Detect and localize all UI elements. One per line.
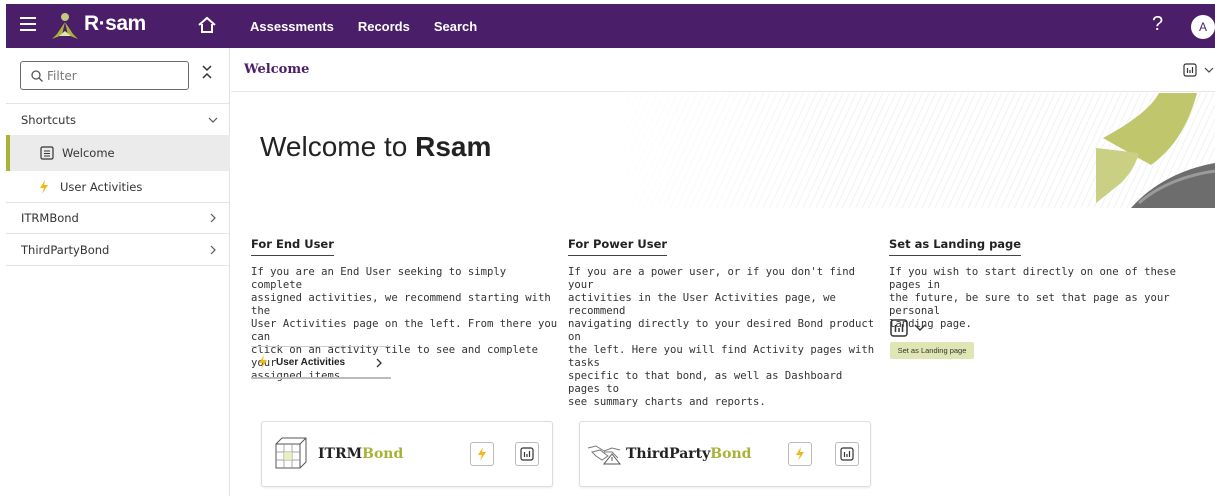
page-title: Welcome [244, 62, 310, 77]
handshake-warning-icon [587, 445, 622, 465]
activities-button[interactable] [788, 442, 812, 466]
welcome-brand: Rsam [415, 131, 492, 162]
rsam-logo[interactable]: R·sam [50, 12, 160, 40]
card-title-suffix: Bond [362, 446, 404, 462]
document-icon [40, 146, 54, 160]
section-body: If you wish to start directly on one of … [889, 266, 1207, 331]
chevron-right-icon [210, 245, 216, 254]
text-line: activities in the User Activities page, … [568, 292, 836, 317]
sidebar-item-label: Shortcuts [21, 112, 76, 127]
top-nav-bar: R·sam Assessments Records Search ? A [6, 4, 1215, 48]
search-icon [31, 70, 43, 82]
text-line: assigned activities, we recommend starti… [251, 292, 551, 317]
section-title: For Power User [568, 237, 668, 256]
welcome-banner: Welcome to Rsam [231, 93, 1215, 208]
sidebar: Shortcuts Welcome User Activities ITRMBo… [6, 48, 230, 496]
chevron-down-icon[interactable] [1204, 66, 1214, 74]
power-user-section: For Power User If you are a power user, … [568, 233, 880, 409]
home-icon[interactable] [196, 14, 218, 36]
chevron-down-icon[interactable] [914, 323, 926, 332]
filter-input[interactable] [47, 66, 183, 86]
card-title: ThirdPartyBond [626, 446, 751, 462]
dashboard-chart-icon [840, 447, 854, 461]
bolt-icon [40, 179, 48, 194]
sidebar-item-welcome[interactable]: Welcome [6, 135, 230, 171]
chevron-down-icon [208, 117, 218, 123]
sidebar-item-label: User Activities [60, 179, 143, 194]
main-nav: Assessments Records Search [250, 4, 501, 48]
nav-records[interactable]: Records [358, 19, 410, 34]
collapse-sidebar-icon[interactable] [200, 64, 214, 86]
card-title-prefix: ThirdParty [626, 446, 711, 462]
help-icon[interactable]: ? [1152, 13, 1163, 36]
banner-pattern [591, 93, 1215, 208]
avatar[interactable]: A [1191, 15, 1215, 39]
card-title-prefix: ITRM [318, 446, 363, 462]
text-line: see summary charts and reports. [568, 396, 766, 408]
sidebar-item-label: ThirdPartyBond [21, 242, 110, 257]
sidebar-item-label: Welcome [62, 146, 115, 160]
card-title: ITRMBond [318, 446, 403, 462]
chevron-right-icon [210, 213, 216, 223]
text-line: navigating directly to your desired Bond… [568, 318, 875, 343]
filter-box [20, 61, 189, 90]
welcome-heading: Welcome to Rsam [260, 131, 491, 163]
nav-assessments[interactable]: Assessments [250, 19, 334, 34]
section-title: For End User [251, 237, 334, 256]
sidebar-item-user-activities[interactable]: User Activities [6, 171, 230, 202]
sidebar-item-shortcuts[interactable]: Shortcuts [6, 104, 230, 135]
text-line: If you are an End User seeking to simply… [251, 266, 507, 291]
main-content: Welcome Welcome to Rsam For End User If … [231, 48, 1215, 496]
sidebar-item-label: ITRMBond [21, 211, 79, 225]
dashboard-chart-icon[interactable] [890, 319, 908, 337]
cube-grid-icon [275, 437, 307, 469]
text-line: the left. Here you will find Activity pa… [568, 344, 875, 369]
landing-page-section: Set as Landing page If you wish to start… [889, 233, 1207, 331]
user-activities-link-label: User Activities [276, 357, 346, 368]
text-line: User Activities page on the left. From t… [251, 318, 558, 343]
bolt-icon [796, 447, 804, 461]
main-header: Welcome [231, 48, 1215, 92]
bolt-icon [478, 447, 486, 461]
user-activities-link[interactable]: User Activities [251, 346, 391, 379]
hamburger-menu-icon[interactable] [20, 16, 36, 32]
section-body: If you are a power user, or if you don't… [568, 266, 880, 409]
text-line: the future, be sure to set that page as … [889, 292, 1170, 317]
nav-search[interactable]: Search [434, 19, 477, 34]
sidebar-item-itrmbond[interactable]: ITRMBond [6, 203, 230, 233]
dashboard-button[interactable] [835, 442, 859, 466]
bolt-icon [259, 355, 267, 369]
chevron-right-icon [376, 358, 382, 368]
section-title: Set as Landing page [889, 237, 1022, 256]
text-line: landing page. [889, 318, 972, 330]
dashboard-button[interactable] [515, 442, 539, 466]
divider [6, 265, 230, 266]
welcome-prefix: Welcome to [260, 131, 416, 162]
dashboard-chart-icon[interactable] [1183, 63, 1197, 77]
logo-text: R·sam [84, 12, 146, 35]
sidebar-item-thirdpartybond[interactable]: ThirdPartyBond [6, 234, 230, 265]
set-landing-tooltip: Set as Landing page [890, 342, 974, 359]
rsam-logo-icon [52, 13, 78, 39]
activities-button[interactable] [470, 442, 494, 466]
text-line: If you are a power user, or if you don't… [568, 266, 856, 291]
text-line: specific to that bond, as well as Dashbo… [568, 370, 843, 395]
thirdpartybond-card[interactable]: ThirdPartyBond [579, 421, 871, 487]
text-line: If you wish to start directly on one of … [889, 266, 1177, 291]
itrmbond-card[interactable]: ITRMBond [261, 421, 553, 487]
dashboard-chart-icon [520, 447, 534, 461]
card-title-suffix: Bond [710, 446, 752, 462]
